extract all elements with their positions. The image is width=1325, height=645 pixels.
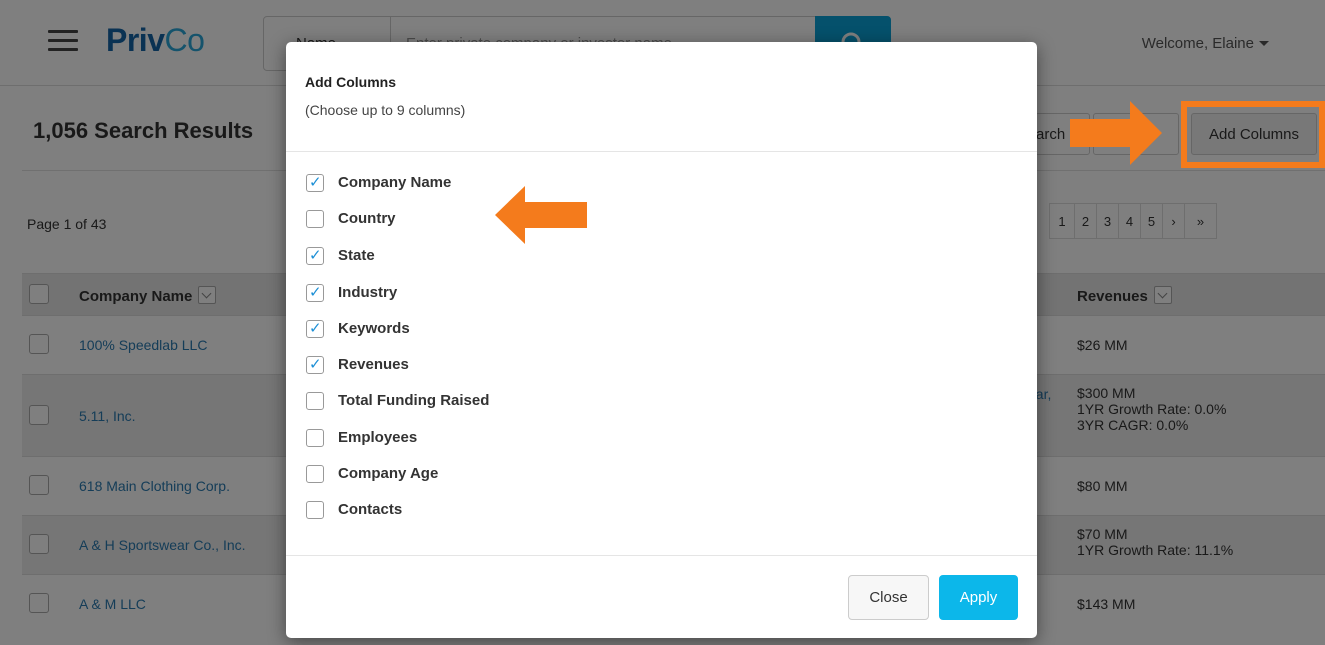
column-option-revenues[interactable]: Revenues [306, 354, 546, 376]
modal-divider [286, 555, 1037, 556]
modal-divider [286, 151, 1037, 152]
option-label: Country [338, 210, 396, 227]
checkbox[interactable] [306, 429, 324, 447]
column-option-state[interactable]: State [306, 245, 546, 267]
option-label: Contacts [338, 501, 403, 518]
checkbox[interactable] [306, 283, 324, 302]
option-label: Employees [338, 429, 418, 446]
column-option-contacts[interactable]: Contacts [306, 499, 546, 521]
checkbox[interactable] [306, 246, 324, 265]
option-label: Revenues [338, 356, 409, 373]
column-option-industry[interactable]: Industry [306, 282, 546, 304]
checkbox[interactable] [306, 173, 324, 192]
column-option-company-age[interactable]: Company Age [306, 463, 546, 485]
checkbox[interactable] [306, 465, 324, 483]
column-option-employees[interactable]: Employees [306, 427, 546, 449]
option-label: Keywords [338, 320, 410, 337]
add-columns-modal: Add Columns (Choose up to 9 columns) Com… [286, 42, 1037, 638]
column-option-company-name[interactable]: Company Name [306, 172, 546, 194]
column-option-total-funding-raised[interactable]: Total Funding Raised [306, 390, 546, 412]
modal-title: Add Columns [305, 74, 396, 90]
option-label: State [338, 247, 375, 264]
column-option-country[interactable]: Country [306, 208, 546, 230]
apply-button[interactable]: Apply [939, 575, 1018, 620]
close-button[interactable]: Close [848, 575, 929, 620]
option-label: Industry [338, 284, 398, 301]
checkbox[interactable] [306, 355, 324, 374]
checkbox[interactable] [306, 501, 324, 519]
column-option-keywords[interactable]: Keywords [306, 318, 546, 340]
option-label: Company Name [338, 174, 452, 191]
option-label: Company Age [338, 465, 439, 482]
checkbox[interactable] [306, 319, 324, 338]
checkbox[interactable] [306, 392, 324, 410]
option-label: Total Funding Raised [338, 392, 490, 409]
modal-subtitle: (Choose up to 9 columns) [305, 102, 466, 118]
checkbox[interactable] [306, 210, 324, 228]
